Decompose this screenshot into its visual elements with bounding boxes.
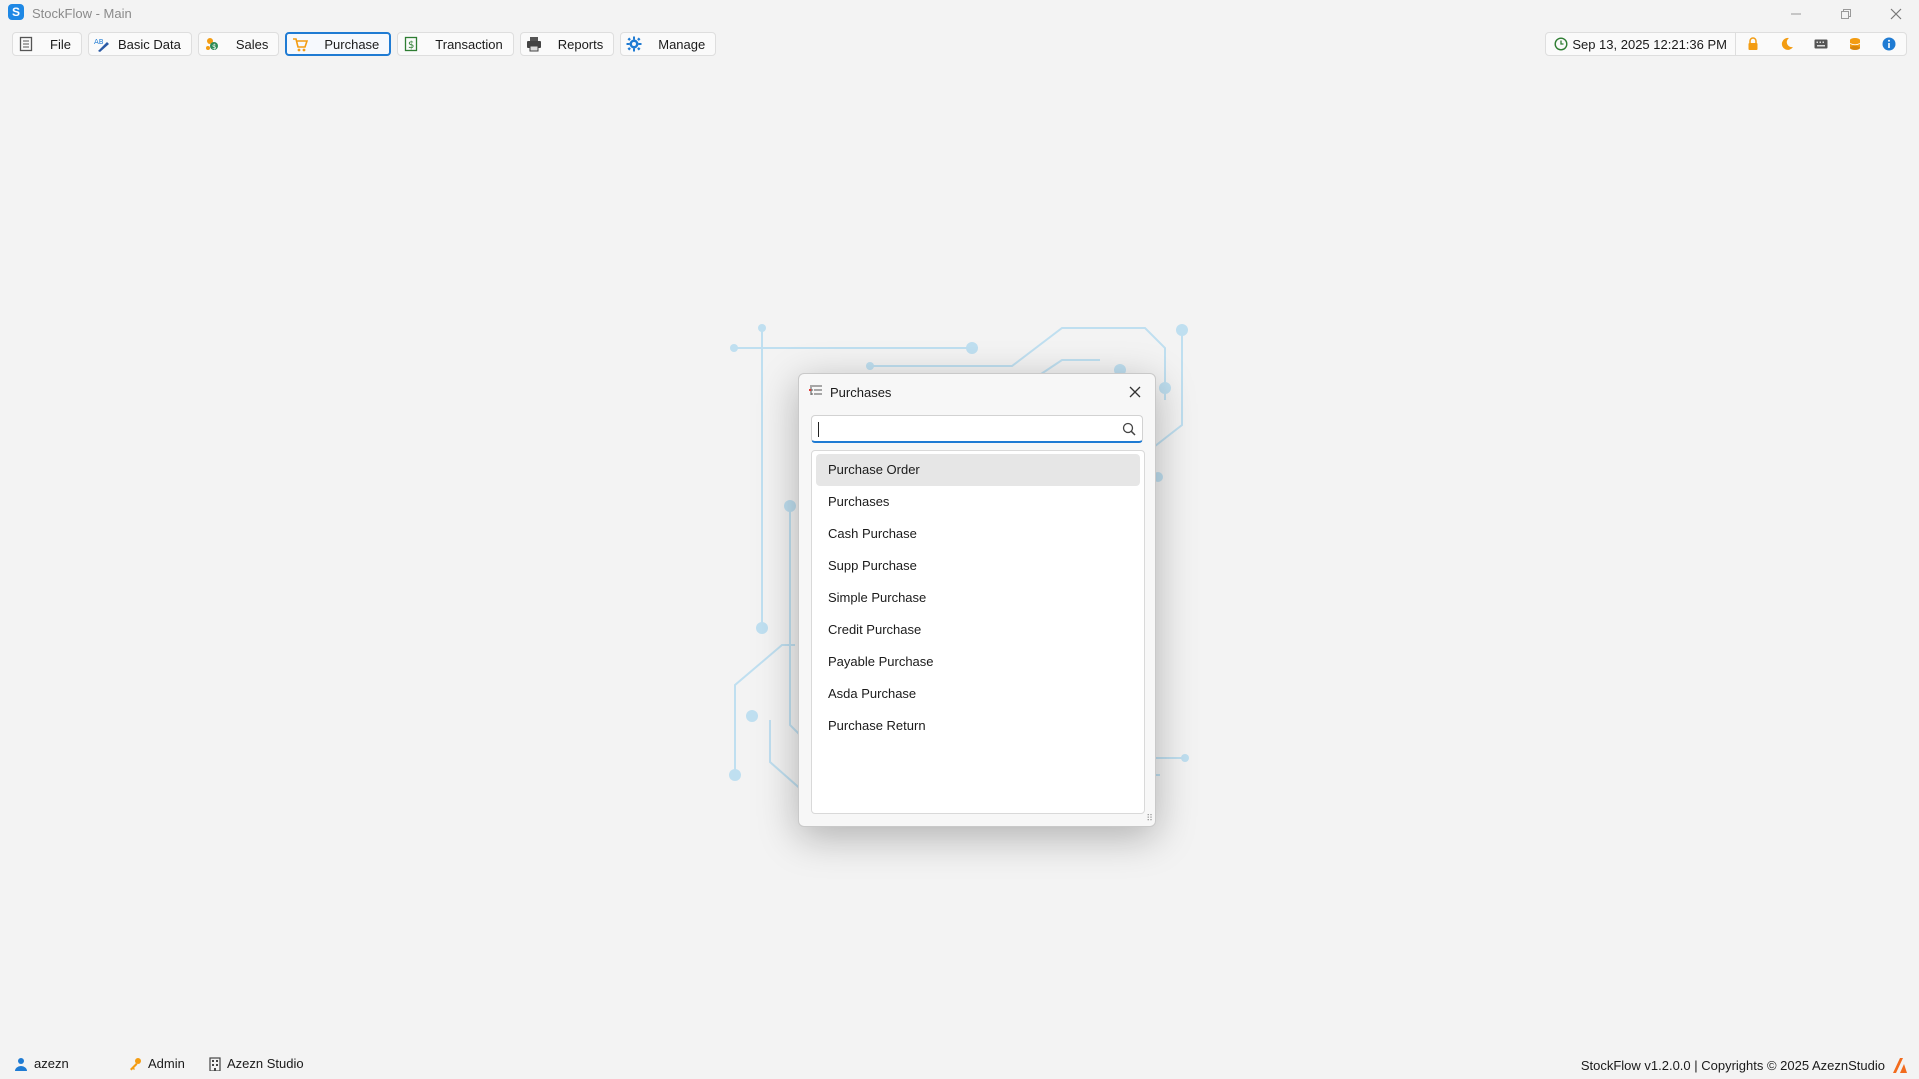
list-item-purchases[interactable]: Purchases [816,486,1140,518]
top-right-toolbar: Sep 13, 2025 12:21:36 PM [1545,32,1907,56]
list-item-asda-purchase[interactable]: Asda Purchase [816,678,1140,710]
list-item-supp-purchase[interactable]: Supp Purchase [816,550,1140,582]
clock-display: Sep 13, 2025 12:21:36 PM [1546,33,1736,55]
minimize-button[interactable] [1773,0,1819,28]
title-bar: S StockFlow - Main [0,0,1919,28]
info-icon [1882,37,1896,51]
brand-logo-icon [1891,1056,1909,1077]
database-icon [1849,38,1861,50]
printer-icon [526,36,542,52]
list-item-credit-purchase[interactable]: Credit Purchase [816,614,1140,646]
datetime-text: Sep 13, 2025 12:21:36 PM [1572,36,1727,52]
dialog-header: Purchases [799,374,1155,410]
menu-purchase-button[interactable]: Purchase [285,32,392,56]
menu-sales-label: Sales [235,36,269,52]
text-caret [818,422,819,437]
search-icon[interactable] [1122,422,1136,439]
search-input[interactable] [818,418,1112,442]
list-item-payable-purchase[interactable]: Payable Purchase [816,646,1140,678]
menu-purchase-label: Purchase [324,36,380,52]
menu-reports-label: Reports [557,36,604,52]
sales-icon: $ [204,36,220,52]
list-tree-icon [809,384,823,401]
restore-icon [1841,9,1851,19]
svg-text:AB: AB [94,38,104,46]
svg-text:$: $ [408,40,414,51]
list-item-simple-purchase[interactable]: Simple Purchase [816,582,1140,614]
keyboard-button[interactable] [1804,33,1838,55]
keyboard-icon [1814,39,1828,49]
status-user-text: azezn [34,1056,69,1071]
dollar-doc-icon: $ [403,36,419,52]
moon-icon [1781,37,1793,50]
info-button[interactable] [1872,33,1906,55]
cart-icon [292,36,309,52]
status-company: Azezn Studio [209,1056,304,1071]
menu-basic-data-label: Basic Data [117,36,181,52]
gear-icon [626,36,642,52]
main-menu-bar: File AB Basic Data $ Sales Purchase $ Tr… [12,32,717,56]
svg-text:$: $ [212,43,216,51]
status-role: Admin [128,1056,185,1071]
lock-button[interactable] [1736,33,1770,55]
menu-file-label: File [50,36,71,52]
menu-manage-button[interactable]: Manage [620,32,717,56]
dialog-title: Purchases [830,385,892,400]
list-item-cash-purchase[interactable]: Cash Purchase [816,518,1140,550]
purchases-dialog: Purchases Purchase Order Purchases Cash … [798,373,1156,827]
user-icon [15,1057,27,1071]
menu-sales-button[interactable]: $ Sales [197,32,280,56]
status-user: azezn [14,1056,69,1071]
search-field[interactable] [811,415,1143,443]
status-bar: azezn Admin Azezn Studio StockFlow v1.2.… [0,1052,1919,1079]
building-icon [209,1056,221,1071]
footer-copyright: StockFlow v1.2.0.0 | Copyrights © 2025 A… [1580,1058,1885,1073]
menu-basic-data-button[interactable]: AB Basic Data [87,32,192,56]
list-item-purchase-return[interactable]: Purchase Return [816,710,1140,742]
close-icon [1890,8,1902,20]
purchase-options-list: Purchase Order Purchases Cash Purchase S… [811,450,1145,814]
restore-button[interactable] [1823,0,1869,28]
database-button[interactable] [1838,33,1872,55]
close-window-button[interactable] [1873,0,1919,28]
dark-mode-button[interactable] [1770,33,1804,55]
status-company-text: Azezn Studio [227,1056,304,1071]
list-item-purchase-order[interactable]: Purchase Order [816,454,1140,486]
menu-manage-label: Manage [658,36,706,52]
resize-grip-icon[interactable]: ⠿ [1146,813,1153,824]
abc-edit-icon: AB [94,36,110,52]
menu-transaction-label: Transaction [435,36,503,52]
close-icon [1129,386,1141,398]
minimize-icon [1791,13,1801,15]
status-role-text: Admin [148,1056,185,1071]
clock-icon [1554,37,1568,51]
dialog-close-button[interactable] [1123,380,1147,404]
app-logo-icon: S [8,4,24,20]
lock-icon [1748,37,1758,50]
menu-reports-button[interactable]: Reports [519,32,615,56]
file-icon [18,36,34,52]
window-title: StockFlow - Main [32,6,132,21]
key-icon [130,1057,141,1070]
menu-transaction-button[interactable]: $ Transaction [397,32,514,56]
menu-file-button[interactable]: File [12,32,82,56]
